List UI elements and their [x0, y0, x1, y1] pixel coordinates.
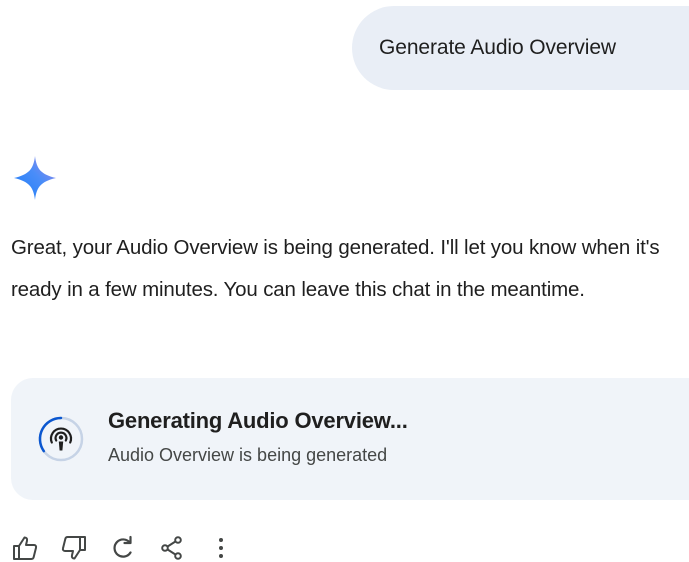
redo-icon[interactable]: [109, 534, 141, 562]
audio-overview-status-card[interactable]: Generating Audio Overview... Audio Overv…: [11, 378, 689, 500]
response-action-bar: [11, 534, 256, 562]
user-message-bubble: Generate Audio Overview: [352, 6, 689, 90]
chat-page: Generate Audio Overview Great, your Audi…: [0, 0, 689, 562]
more-options-icon[interactable]: [207, 534, 239, 562]
status-card-title: Generating Audio Overview...: [108, 408, 408, 433]
thumbs-up-icon[interactable]: [11, 534, 43, 562]
status-card-subtitle: Audio Overview is being generated: [108, 445, 388, 465]
thumbs-down-icon[interactable]: [60, 534, 92, 562]
share-icon[interactable]: [158, 534, 190, 562]
gemini-sparkle-icon: [13, 155, 57, 201]
user-message-text: Generate Audio Overview: [379, 36, 616, 59]
assistant-response-text: Great, your Audio Overview is being gene…: [11, 236, 660, 301]
podcast-generating-icon: [37, 415, 85, 463]
